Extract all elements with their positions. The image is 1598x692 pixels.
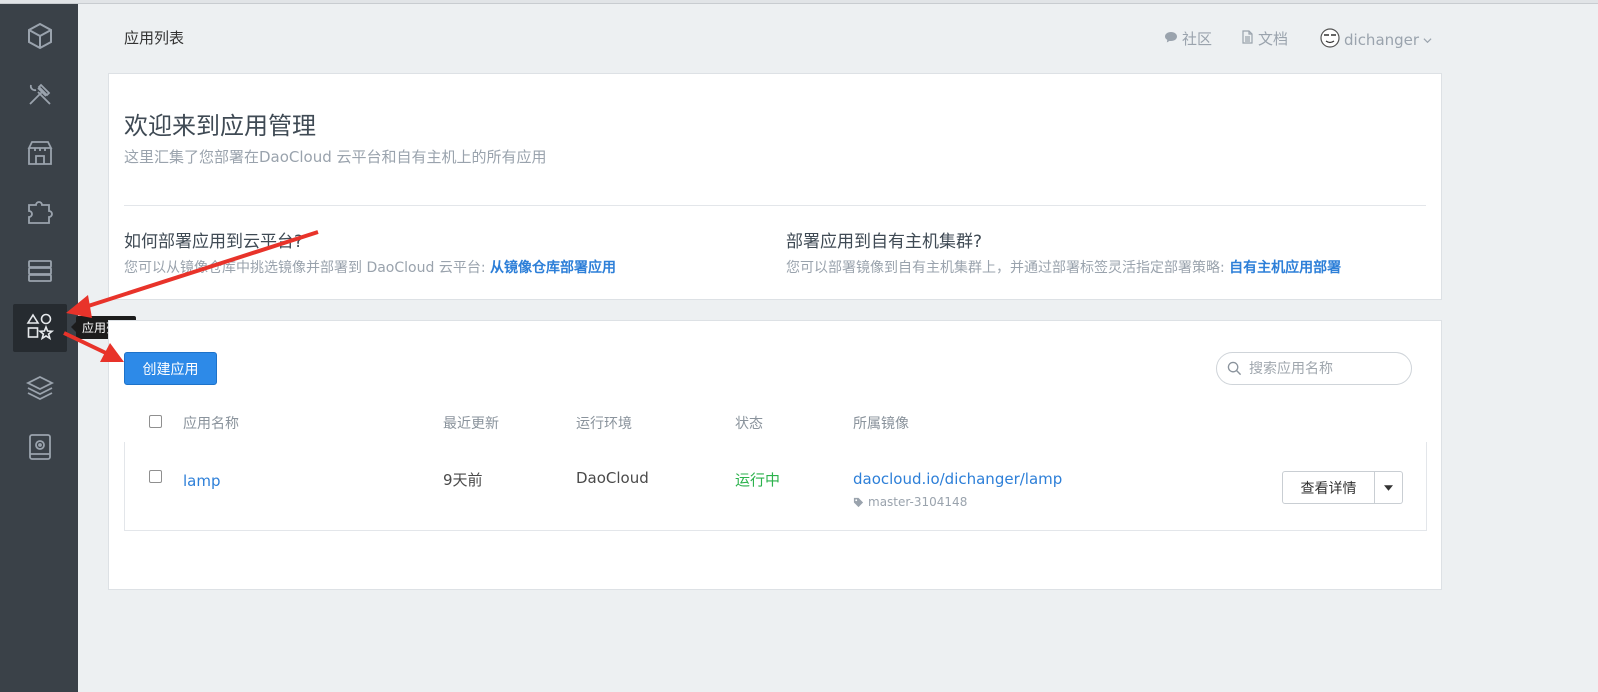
row-checkbox[interactable] bbox=[149, 470, 162, 483]
cloud-deploy-text: 您可以从镜像仓库中挑选镜像并部署到 DaoCloud 云平台: bbox=[124, 260, 490, 276]
app-updated: 9天前 bbox=[443, 471, 483, 489]
avatar bbox=[1320, 28, 1340, 52]
app-list-card: 创建应用 应用名称 最近更新 运行环境 状态 所属镜像 lamp 9天前 Dao… bbox=[108, 320, 1442, 590]
search-box bbox=[1216, 352, 1412, 385]
column-header-name[interactable]: 应用名称 bbox=[183, 413, 239, 433]
welcome-card: 欢迎来到应用管理 这里汇集了您部署在DaoCloud 云平台和自有主机上的所有应… bbox=[108, 73, 1442, 300]
storage-icon bbox=[25, 432, 55, 466]
layers-icon bbox=[25, 373, 55, 407]
cloud-deploy-title: 如何部署应用到云平台? bbox=[124, 232, 304, 252]
image-tag: master-3104148 bbox=[853, 495, 967, 509]
cloud-deploy-desc: 您可以从镜像仓库中挑选镜像并部署到 DaoCloud 云平台: 从镜像仓库部署应… bbox=[124, 257, 616, 277]
host-deploy-title: 部署应用到自有主机集群? bbox=[786, 232, 983, 252]
sidebar-item-hosts[interactable] bbox=[13, 249, 67, 297]
host-deploy-desc: 您可以部署镜像到自有主机集群上，并通过部署标签灵活指定部署策略: 自有主机应用部… bbox=[786, 257, 1341, 277]
store-icon bbox=[25, 138, 55, 172]
column-header-status[interactable]: 状态 bbox=[735, 413, 763, 433]
sidebar bbox=[0, 4, 78, 692]
sidebar-item-build[interactable] bbox=[13, 72, 67, 120]
sidebar-item-store[interactable] bbox=[13, 131, 67, 179]
sidebar-item-services[interactable] bbox=[13, 190, 67, 238]
row-action-group: 查看详情 bbox=[1282, 471, 1403, 504]
welcome-title: 欢迎来到应用管理 bbox=[124, 112, 316, 140]
table-row: lamp 9天前 DaoCloud 运行中 daocloud.io/dichan… bbox=[124, 442, 1427, 531]
search-input[interactable] bbox=[1249, 360, 1399, 377]
column-header-image[interactable]: 所属镜像 bbox=[853, 413, 909, 433]
view-details-button[interactable]: 查看详情 bbox=[1282, 471, 1375, 504]
shapes-icon bbox=[25, 311, 55, 345]
chevron-down-icon bbox=[1423, 31, 1432, 49]
community-link[interactable]: 社区 bbox=[1164, 28, 1212, 49]
host-deploy-text: 您可以部署镜像到自有主机集群上，并通过部署标签灵活指定部署策略: bbox=[786, 260, 1230, 276]
puzzle-icon bbox=[25, 197, 55, 231]
app-env: DaoCloud bbox=[576, 469, 649, 487]
host-app-deploy-link[interactable]: 自有主机应用部署 bbox=[1229, 260, 1341, 276]
welcome-subtitle: 这里汇集了您部署在DaoCloud 云平台和自有主机上的所有应用 bbox=[124, 148, 547, 166]
tag-icon bbox=[853, 497, 864, 508]
document-icon bbox=[1240, 29, 1254, 48]
docs-link[interactable]: 文档 bbox=[1240, 28, 1288, 49]
docs-label: 文档 bbox=[1258, 30, 1289, 48]
caret-down-icon bbox=[1384, 484, 1393, 491]
username: dichanger bbox=[1344, 31, 1420, 49]
sidebar-item-apps[interactable] bbox=[13, 304, 67, 352]
image-link[interactable]: daocloud.io/dichanger/lamp bbox=[853, 470, 1062, 488]
deploy-from-registry-link[interactable]: 从镜像仓库部署应用 bbox=[490, 260, 616, 276]
image-tag-label: master-3104148 bbox=[868, 495, 968, 509]
app-name-link[interactable]: lamp bbox=[183, 472, 221, 490]
window-top-border bbox=[0, 0, 1598, 4]
column-header-updated[interactable]: 最近更新 bbox=[443, 413, 499, 433]
status-badge: 运行中 bbox=[735, 471, 781, 489]
create-app-button[interactable]: 创建应用 bbox=[124, 352, 217, 385]
comment-icon bbox=[1164, 30, 1178, 48]
row-actions-dropdown[interactable] bbox=[1375, 471, 1403, 504]
page-title: 应用列表 bbox=[124, 29, 185, 47]
column-header-env[interactable]: 运行环境 bbox=[576, 413, 632, 433]
tools-icon bbox=[25, 79, 55, 113]
community-label: 社区 bbox=[1182, 30, 1213, 48]
select-all-checkbox[interactable] bbox=[149, 415, 162, 428]
sidebar-item-storage[interactable] bbox=[13, 425, 67, 473]
user-menu[interactable]: dichanger bbox=[1320, 28, 1432, 52]
divider bbox=[124, 205, 1426, 206]
logo-cube-icon bbox=[25, 21, 55, 55]
sidebar-item-layers[interactable] bbox=[13, 366, 67, 414]
search-icon bbox=[1227, 361, 1242, 376]
server-icon bbox=[25, 256, 55, 290]
sidebar-item-home[interactable] bbox=[13, 14, 67, 62]
